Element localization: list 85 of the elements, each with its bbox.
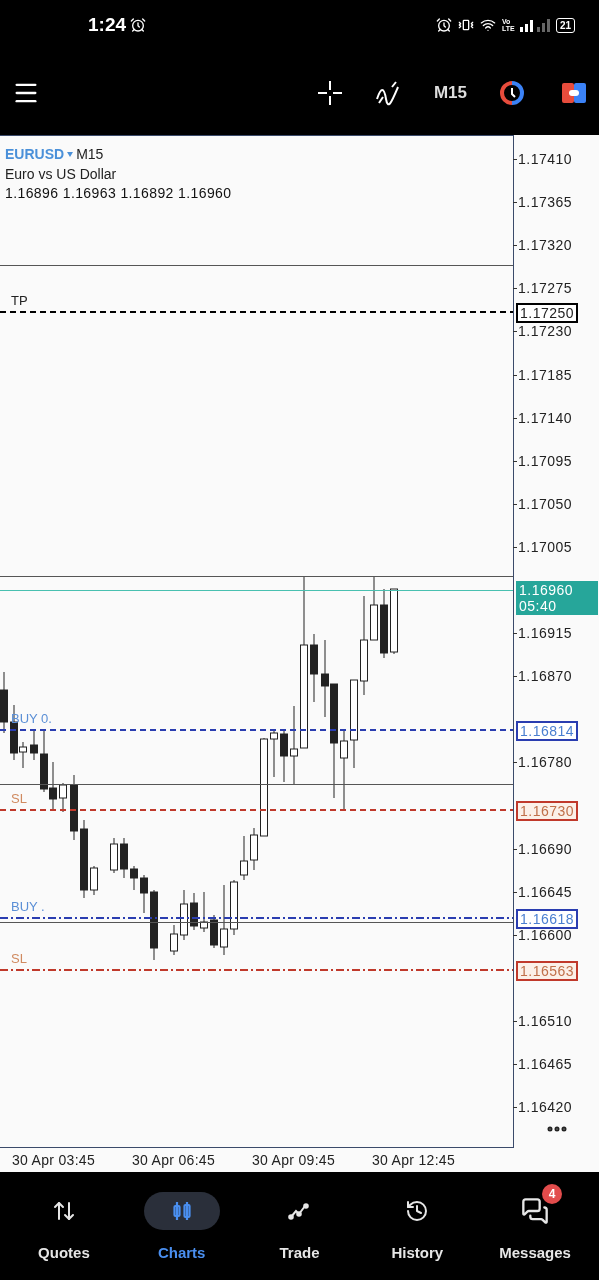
price-axis-label: 1.16870: [518, 668, 573, 685]
candle: [190, 892, 198, 931]
candle: [230, 879, 238, 936]
price-axis-label: 1.16645: [518, 883, 573, 900]
time-axis-label: 30 Apr 06:45: [132, 1150, 216, 1170]
order-price-tag: 1.16814: [516, 720, 579, 741]
trading-clock-button[interactable]: [499, 79, 525, 106]
candle: [70, 774, 78, 841]
candle: [270, 729, 278, 778]
order-price-tag: 1.17250: [516, 303, 579, 324]
price-axis-label: 1.17005: [518, 538, 573, 555]
messages-icon: [521, 1197, 550, 1225]
price-axis-label: 1.16780: [518, 754, 573, 771]
status-time: 1:24: [88, 12, 127, 37]
price-axis-label: 1.16420: [518, 1099, 573, 1116]
price-axis-label: 1.17365: [518, 194, 573, 211]
price-axis-label: 1.17050: [518, 495, 573, 512]
vibrate-icon: [457, 17, 474, 33]
nav-tab[interactable]: 4 Messages: [476, 1182, 594, 1265]
history-icon: [405, 1199, 430, 1223]
order-level-line[interactable]: [0, 916, 513, 919]
price-axis-label: 1.17320: [518, 237, 573, 254]
price-axis-label: 1.17275: [518, 280, 573, 297]
price-axis-label: 1.16510: [518, 1013, 573, 1029]
candle: [380, 588, 388, 659]
time-axis-label: 30 Apr 03:45: [12, 1150, 96, 1170]
alarm-icon: [435, 17, 452, 33]
candle: [110, 837, 118, 874]
candle: [210, 914, 218, 949]
candle: [220, 884, 228, 956]
candle: [130, 865, 138, 891]
order-level-line[interactable]: [0, 728, 513, 731]
dropdown-caret-icon: [67, 152, 74, 157]
candle: [200, 891, 208, 933]
price-axis-label: 1.17140: [518, 409, 573, 426]
nav-tab[interactable]: Quotes: [5, 1182, 123, 1265]
price-axis-label: 1.16915: [518, 625, 573, 642]
bar-countdown: 05:40: [519, 598, 558, 614]
candle: [150, 889, 158, 961]
battery-indicator: 21: [555, 17, 575, 33]
time-axis-label: 30 Apr 09:45: [252, 1150, 336, 1170]
price-axis-label: 1.17185: [518, 366, 573, 383]
price-axis-label: 1.17095: [518, 452, 573, 469]
price-axis-label: 1.16465: [518, 1056, 573, 1073]
candle: [90, 865, 98, 896]
candle: [310, 633, 318, 703]
chart-timeframe: M15: [76, 145, 104, 164]
wifi-icon: [479, 17, 496, 33]
order-line-label: BUY .: [11, 898, 45, 914]
nav-tab[interactable]: History: [358, 1182, 477, 1265]
crosshair-button[interactable]: [315, 78, 344, 107]
price-axis-label: 1.17410: [518, 151, 573, 167]
order-price-tag: 1.16730: [516, 801, 579, 822]
candle: [180, 889, 188, 941]
timeframe-button[interactable]: M15: [433, 79, 467, 106]
candle: [120, 837, 128, 879]
order-price-tag: 1.16563: [516, 961, 579, 982]
sort-arrows-icon: [51, 1199, 76, 1223]
alarm-icon: [130, 17, 147, 33]
candle: [240, 835, 248, 881]
price-axis-label: 1.16600: [518, 926, 573, 943]
order-price-tag: 1.16618: [516, 908, 579, 929]
candle: [280, 729, 288, 783]
candle: [250, 827, 258, 871]
candle: [0, 671, 8, 734]
nav-tab[interactable]: Charts: [122, 1182, 241, 1265]
candle: [390, 588, 398, 655]
candle: [30, 730, 38, 761]
time-axis-label: 30 Apr 12:45: [372, 1150, 456, 1170]
order-line-label: SL: [11, 791, 27, 807]
ohlc-values: 1.16896 1.16963 1.16892 1.16960: [5, 184, 232, 203]
candle: [170, 924, 178, 956]
price-axis-label: 1.16690: [518, 840, 573, 857]
order-line-label: SL: [11, 951, 27, 967]
candle: [370, 576, 378, 641]
candle: [59, 782, 67, 813]
candle: [140, 874, 148, 914]
bid-price: 1.16960: [519, 582, 575, 598]
unread-badge: 4: [542, 1184, 563, 1204]
symbol-description: Euro vs US Dollar: [5, 165, 118, 183]
price-axis-label: 1.17230: [518, 323, 573, 340]
order-line-label: TP: [11, 293, 28, 309]
order-level-line[interactable]: [0, 311, 513, 314]
signal-icon: [519, 18, 550, 32]
nav-tab[interactable]: Trade: [240, 1182, 359, 1265]
